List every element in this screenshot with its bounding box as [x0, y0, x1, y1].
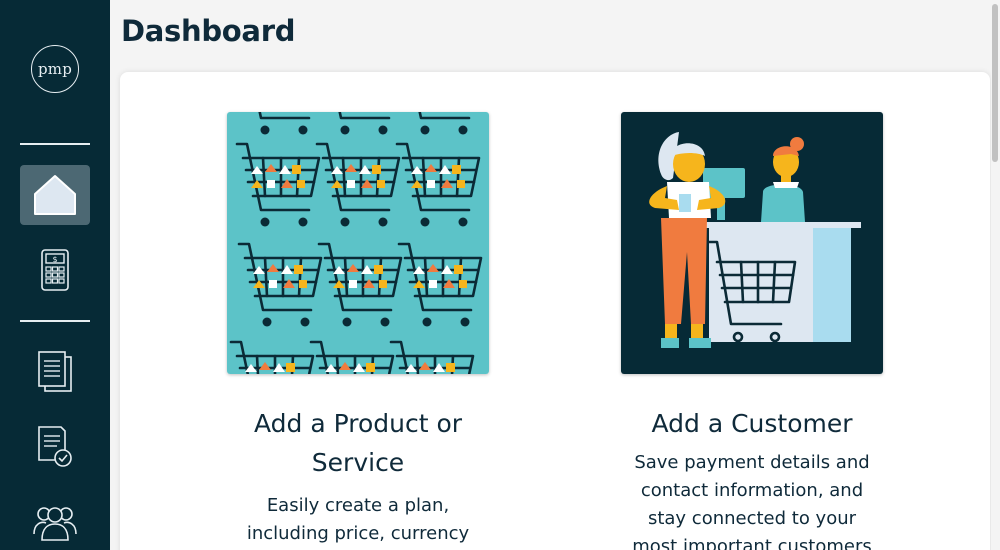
- add-customer-tile[interactable]: Add a Customer Save payment details and …: [621, 112, 883, 550]
- sidebar-item-calculator[interactable]: $: [20, 240, 90, 300]
- sidebar: pmp $: [0, 0, 110, 550]
- tile-title[interactable]: Add a Product or Service: [227, 404, 489, 482]
- add-product-tile[interactable]: Add a Product or Service Easily create a…: [227, 112, 489, 550]
- document-check-icon: [38, 426, 72, 467]
- tile-title[interactable]: Add a Customer: [621, 404, 883, 443]
- documents-icon: [38, 351, 72, 392]
- scrollbar-thumb[interactable]: [992, 4, 998, 162]
- page-scrollbar[interactable]: [991, 0, 999, 550]
- sidebar-item-documents[interactable]: [20, 342, 90, 402]
- sidebar-item-home[interactable]: [20, 165, 90, 225]
- sidebar-item-approved-documents[interactable]: [20, 417, 90, 477]
- checkout-counter-illustration: [621, 112, 883, 374]
- logo-text: pmp: [37, 60, 73, 78]
- sidebar-divider: [20, 143, 90, 145]
- tile-description: Easily create a plan, including price, c…: [246, 495, 470, 544]
- calculator-symbol: $: [52, 255, 57, 264]
- pmp-logo[interactable]: pmp: [31, 45, 79, 93]
- home-icon: [34, 175, 76, 215]
- shopping-carts-illustration: [227, 112, 489, 374]
- users-icon: [33, 507, 77, 541]
- sidebar-divider: [20, 320, 90, 322]
- calculator-icon: $: [41, 249, 69, 291]
- tile-description: Save payment details and contact informa…: [632, 452, 872, 550]
- page-title: Dashboard: [121, 14, 296, 48]
- sidebar-item-customers[interactable]: [20, 492, 90, 550]
